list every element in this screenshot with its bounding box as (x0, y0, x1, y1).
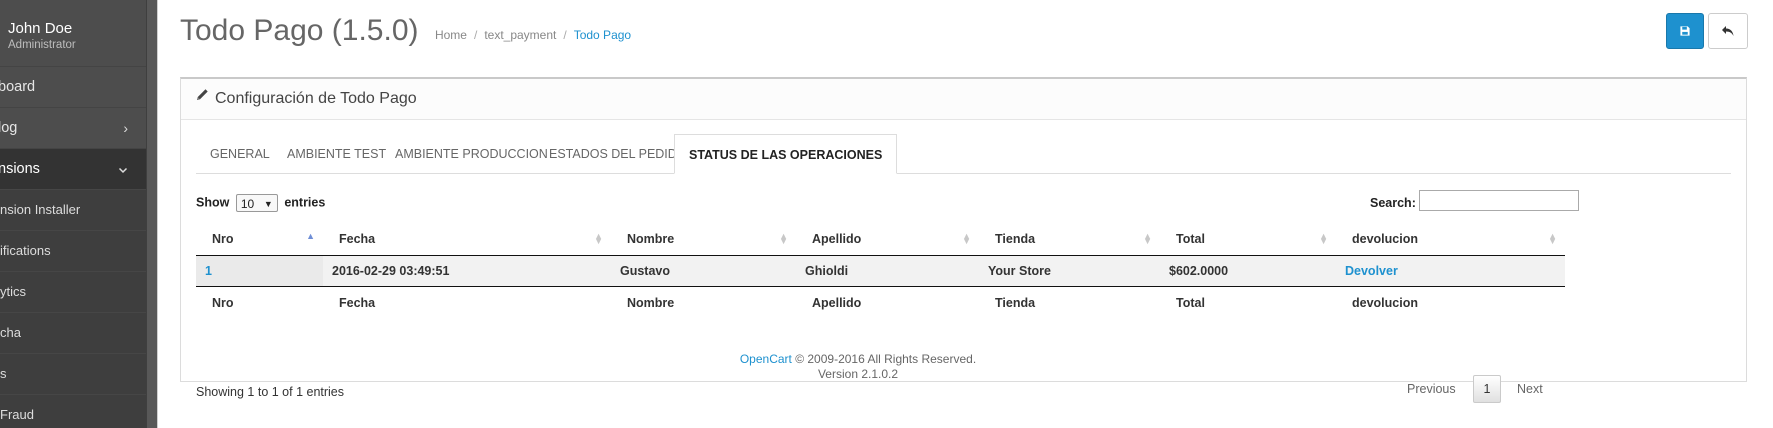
footer-version: Version 2.1.0.2 (817, 367, 899, 381)
tab-ambiente-produccion[interactable]: AMBIENTE PRODUCCION (395, 134, 548, 173)
sidebar-item-extensions[interactable]: nsions (0, 148, 146, 189)
sidebar-divider (146, 0, 158, 428)
search-label: Search: (1370, 196, 1416, 210)
next-button[interactable]: Next (1517, 382, 1543, 396)
sidebar-menu: board log › nsions nsion Installer ifica… (0, 66, 146, 428)
main-content: Todo Pago (1.5.0) Home / text_payment / Todo… (158, 0, 1773, 428)
page-footer: OpenCart © 2009-2016 All Rights Reserved… (158, 352, 1558, 382)
sidebar-subitem-feeds[interactable]: s (0, 353, 146, 394)
cell-devolucion: Devolver (1336, 255, 1565, 287)
sidebar-subitem-captcha[interactable]: cha (0, 312, 146, 353)
footer-nro: Nro (196, 286, 323, 319)
sidebar-subitem-label: ytics (0, 284, 26, 299)
pencil-icon (196, 77, 209, 117)
breadcrumb-separator: / (473, 28, 478, 42)
sidebar-subitem-analytics[interactable]: ytics (0, 271, 146, 312)
sidebar-subitem-extension-installer[interactable]: nsion Installer (0, 189, 146, 230)
column-header-total[interactable]: Total ▲ ▼ (1160, 223, 1336, 256)
save-icon (1680, 26, 1690, 36)
dropdown-arrow-icon: ▼ (263, 199, 273, 209)
back-button[interactable] (1708, 13, 1748, 49)
footer-tienda: Tienda (979, 286, 1160, 319)
sort-both-icon: ▲ ▼ (1548, 231, 1557, 246)
breadcrumb-home[interactable]: Home (435, 28, 467, 42)
length-control: Show 10 ▼ entries (196, 194, 325, 212)
tab-ambiente-test[interactable]: AMBIENTE TEST (287, 134, 386, 173)
tab-general[interactable]: GENERAL (210, 134, 270, 173)
chevron-down-icon (118, 149, 128, 189)
sort-both-icon: ▲ ▼ (962, 231, 971, 246)
column-header-nombre[interactable]: Nombre ▲ ▼ (611, 223, 796, 256)
cell-nro: 1 (196, 255, 323, 287)
panel-title: Configuración de Todo Pago (215, 90, 417, 108)
sidebar-subitem-label: s (0, 366, 7, 381)
page-length-select[interactable]: 10 ▼ (235, 194, 278, 212)
sort-asc-icon: ▲ (306, 231, 315, 241)
config-panel: Configuración de Todo Pago GENERAL AMBIE… (180, 77, 1747, 403)
user-name: John Doe (8, 20, 73, 37)
table-header-row: Nro ▲ Fecha ▲ ▼ Nombre ▲ ▼ Apellido ▲ ▼ Tienda ▲… (196, 223, 1565, 256)
panel-heading: Configuración de Todo Pago (181, 79, 1746, 120)
tab-estados-del-pedido[interactable]: ESTADOS DEL PEDIDO (549, 134, 687, 173)
footer-copyright: © 2009-2016 All Rights Reserved. (791, 352, 977, 366)
column-header-fecha[interactable]: Fecha ▲ ▼ (323, 223, 611, 256)
sidebar-subitem-modifications[interactable]: ifications (0, 230, 146, 271)
sidebar-subitem-label: cha (0, 325, 21, 340)
breadcrumb-separator: / (563, 28, 567, 42)
chevron-right-icon: › (123, 120, 128, 136)
sidebar-item-label: nsions (0, 161, 40, 177)
datatable-controls: Show 10 ▼ entries Search: (196, 190, 1731, 218)
column-header-devolucion[interactable]: devolucion ▲ ▼ (1336, 223, 1565, 256)
table-footer-row: Nro Fecha Nombre Apellido Tienda Total d… (196, 286, 1565, 319)
footer-copyright-line: OpenCart © 2009-2016 All Rights Reserved… (158, 352, 1558, 367)
cell-apellido: Ghioldi (796, 255, 979, 287)
operations-table: Nro ▲ Fecha ▲ ▼ Nombre ▲ ▼ Apellido ▲ ▼ Tienda ▲… (196, 223, 1565, 319)
sort-both-icon: ▲ ▼ (1143, 231, 1152, 246)
cell-total: $602.0000 (1160, 255, 1336, 287)
sort-both-icon: ▲ ▼ (779, 231, 788, 246)
save-button[interactable] (1666, 13, 1704, 49)
page-title: Todo Pago (1.5.0) (180, 14, 419, 47)
sidebar-item-label: board (0, 79, 36, 95)
reply-icon (1722, 26, 1734, 36)
sidebar-subitem-label: Fraud (0, 407, 34, 422)
breadcrumb-text-payment[interactable]: text_payment (484, 28, 556, 42)
column-header-nro[interactable]: Nro ▲ (196, 223, 323, 256)
sidebar-subitem-label: nsion Installer (0, 202, 81, 217)
entries-label: entries (284, 195, 326, 210)
cell-tienda: Your Store (979, 255, 1160, 287)
sort-both-icon: ▲ ▼ (1319, 231, 1328, 246)
opencart-link[interactable]: OpenCart (740, 352, 792, 366)
page-header: Todo Pago (1.5.0) Home / text_payment / Todo… (180, 14, 631, 48)
table-row: 1 2016-02-29 03:49:51 Gustavo Ghioldi Yo… (196, 255, 1565, 287)
sidebar: John Doe Administrator board log › nsion… (0, 0, 147, 428)
user-role: Administrator (8, 39, 76, 51)
footer-apellido: Apellido (796, 286, 979, 319)
cell-fecha: 2016-02-29 03:49:51 (323, 255, 611, 287)
footer-devolucion: devolucion (1336, 286, 1565, 319)
sidebar-subitem-fraud[interactable]: Fraud (0, 394, 146, 428)
breadcrumb: Home / text_payment / Todo Pago (435, 28, 631, 42)
footer-nombre: Nombre (611, 286, 796, 319)
tabs: GENERAL AMBIENTE TEST AMBIENTE PRODUCCIO… (196, 134, 1731, 174)
user-profile[interactable]: John Doe Administrator (0, 0, 146, 56)
previous-button[interactable]: Previous (1407, 382, 1456, 396)
column-header-apellido[interactable]: Apellido ▲ ▼ (796, 223, 979, 256)
footer-fecha: Fecha (323, 286, 611, 319)
show-label: Show (196, 195, 230, 210)
footer-total: Total (1160, 286, 1336, 319)
sidebar-item-catalog[interactable]: log › (0, 107, 146, 148)
breadcrumb-current[interactable]: Todo Pago (574, 28, 631, 42)
sidebar-item-label: log (0, 120, 18, 136)
tab-status-operaciones[interactable]: STATUS DE LAS OPERACIONES (674, 134, 898, 174)
devolver-link[interactable]: Devolver (1336, 264, 1398, 278)
table-info: Showing 1 to 1 of 1 entries (196, 385, 345, 399)
cell-nombre: Gustavo (611, 255, 796, 287)
sort-both-icon: ▲ ▼ (594, 231, 603, 246)
search-input[interactable] (1419, 190, 1579, 211)
sidebar-subitem-label: ifications (0, 243, 51, 258)
sidebar-item-dashboard[interactable]: board (0, 66, 146, 107)
column-header-tienda[interactable]: Tienda ▲ ▼ (979, 223, 1160, 256)
page-length-value: 10 (240, 197, 255, 211)
